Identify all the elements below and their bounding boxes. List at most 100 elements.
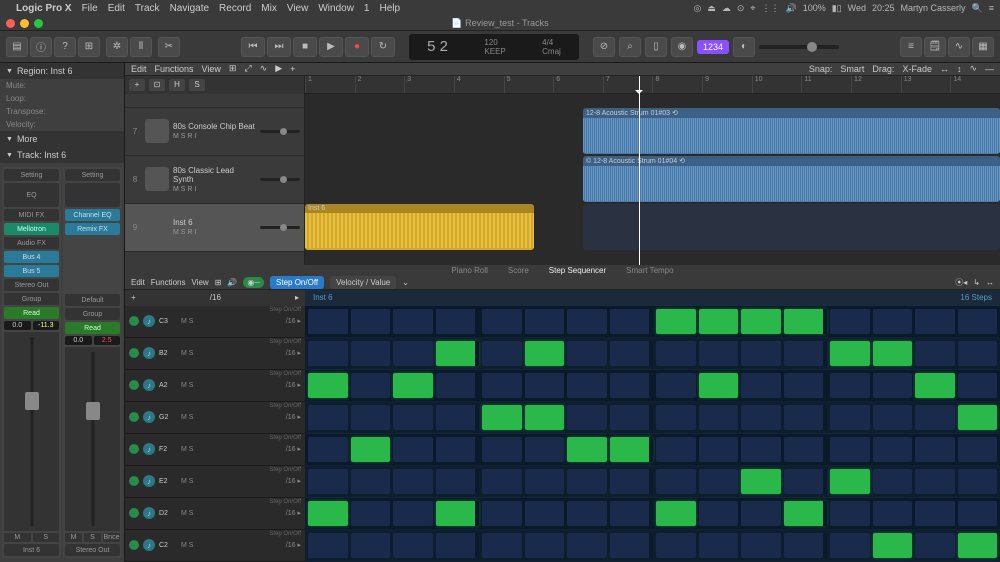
track-inspector-header[interactable]: Track: Inst 6 bbox=[0, 147, 124, 163]
step-cell[interactable] bbox=[958, 405, 998, 430]
step-cell[interactable] bbox=[915, 341, 955, 366]
step-cell[interactable] bbox=[393, 341, 433, 366]
row-division[interactable]: /16 ▸ bbox=[286, 413, 301, 421]
step-cell[interactable] bbox=[784, 469, 828, 494]
track-icon[interactable] bbox=[145, 167, 169, 191]
step-cell[interactable] bbox=[699, 373, 739, 398]
step-cell[interactable] bbox=[915, 437, 955, 462]
inspector-button[interactable]: ⓘ bbox=[30, 37, 52, 57]
send-2[interactable]: Bus 5 bbox=[4, 265, 59, 277]
row-note[interactable]: A2 bbox=[159, 382, 177, 389]
step-row-header[interactable]: ♪ A2 M S /16 ▸ Step On/Off bbox=[125, 370, 305, 402]
row-mute-solo[interactable]: M S bbox=[181, 478, 193, 485]
insp-loop[interactable]: Loop: bbox=[0, 92, 124, 105]
volume-fader[interactable] bbox=[4, 332, 59, 531]
step-cell[interactable] bbox=[741, 405, 781, 430]
step-cell[interactable] bbox=[741, 373, 781, 398]
status-icon[interactable]: ◎ bbox=[693, 3, 701, 14]
step-cell[interactable] bbox=[873, 501, 913, 526]
eq-thumb[interactable] bbox=[65, 183, 120, 207]
step-cell[interactable] bbox=[482, 373, 522, 398]
insp-mute[interactable]: Mute: bbox=[0, 79, 124, 92]
step-cell[interactable] bbox=[393, 373, 433, 398]
spotlight-icon[interactable]: 🔍 bbox=[972, 3, 983, 14]
chevron-icon[interactable]: ▸ bbox=[295, 293, 299, 302]
ruler-tick[interactable]: 8 bbox=[652, 76, 702, 93]
ruler-tick[interactable]: 11 bbox=[801, 76, 851, 93]
step-cell[interactable] bbox=[784, 437, 828, 462]
click-button[interactable]: ◉ bbox=[671, 37, 693, 57]
menu-view[interactable]: View bbox=[287, 3, 309, 14]
step-cell[interactable] bbox=[873, 533, 913, 558]
seq-functions-menu[interactable]: Functions bbox=[151, 278, 186, 287]
tracks-edit-menu[interactable]: Edit bbox=[131, 64, 147, 74]
mute-button[interactable]: M bbox=[65, 533, 82, 542]
step-cell[interactable] bbox=[393, 469, 433, 494]
step-cell[interactable] bbox=[784, 405, 828, 430]
seq-edit-menu[interactable]: Edit bbox=[131, 278, 145, 287]
step-cell[interactable] bbox=[308, 501, 348, 526]
step-cell[interactable] bbox=[393, 309, 433, 334]
seq-view-menu[interactable]: View bbox=[191, 278, 208, 287]
step-cell[interactable] bbox=[436, 437, 480, 462]
stop-button[interactable]: ■ bbox=[293, 37, 317, 57]
ruler-tick[interactable]: 13 bbox=[901, 76, 951, 93]
live-record-icon[interactable]: ⦿◂ bbox=[955, 277, 967, 288]
step-cell[interactable] bbox=[351, 437, 391, 462]
step-cell[interactable] bbox=[784, 309, 828, 334]
row-division[interactable]: /16 ▸ bbox=[286, 381, 301, 389]
steps-count[interactable]: 16 Steps bbox=[960, 293, 992, 302]
menu-file[interactable]: File bbox=[82, 3, 98, 14]
track-volume-slider[interactable] bbox=[260, 130, 300, 133]
notes-button[interactable]: 🗒 bbox=[924, 37, 946, 57]
step-cell[interactable] bbox=[784, 533, 828, 558]
row-note[interactable]: B2 bbox=[159, 350, 177, 357]
track-buttons[interactable]: M S R I bbox=[173, 229, 256, 236]
setting-button[interactable]: Setting bbox=[4, 169, 59, 181]
track-buttons[interactable]: M S R I bbox=[173, 186, 256, 193]
tracks-view-menu[interactable]: View bbox=[202, 64, 221, 74]
step-cell[interactable] bbox=[436, 341, 480, 366]
step-cell[interactable] bbox=[482, 501, 522, 526]
solo-button[interactable]: S bbox=[84, 533, 101, 542]
row-mute-solo[interactable]: M S bbox=[181, 318, 193, 325]
editors-button[interactable]: ✂ bbox=[158, 37, 180, 57]
step-cell[interactable] bbox=[915, 501, 955, 526]
wifi-icon[interactable]: ⋮⋮ bbox=[761, 3, 779, 14]
menu-icon[interactable]: ≡ bbox=[989, 3, 994, 13]
row-mute-solo[interactable]: M S bbox=[181, 382, 193, 389]
step-cell[interactable] bbox=[482, 341, 522, 366]
smart-controls-button[interactable]: ✲ bbox=[106, 37, 128, 57]
quickhelp-button[interactable]: ? bbox=[54, 37, 76, 57]
step-cell[interactable] bbox=[873, 469, 913, 494]
step-cell[interactable] bbox=[830, 309, 870, 334]
ruler-tick[interactable]: 2 bbox=[355, 76, 405, 93]
bar-ruler[interactable]: 1234567891011121314 bbox=[305, 76, 1000, 94]
tab-score[interactable]: Score bbox=[508, 266, 529, 275]
step-row-header[interactable]: ♪ E2 M S /16 ▸ Step On/Off bbox=[125, 466, 305, 498]
output-slot[interactable]: Stereo Out bbox=[4, 279, 59, 291]
waveform-zoom-icon[interactable]: ∿ bbox=[969, 63, 977, 74]
step-cell[interactable] bbox=[610, 373, 654, 398]
step-cell[interactable] bbox=[567, 533, 607, 558]
ruler-tick[interactable]: 3 bbox=[404, 76, 454, 93]
volume-fader[interactable] bbox=[65, 347, 120, 531]
step-cell[interactable] bbox=[656, 341, 696, 366]
browser-button[interactable]: ▦ bbox=[972, 37, 994, 57]
countoff-button[interactable]: ▯ bbox=[645, 37, 667, 57]
step-cell[interactable] bbox=[567, 341, 607, 366]
track-volume-slider[interactable] bbox=[260, 226, 300, 229]
menu-1[interactable]: 1 bbox=[364, 3, 370, 14]
step-cell[interactable] bbox=[308, 309, 348, 334]
step-cell[interactable] bbox=[958, 501, 998, 526]
step-cell[interactable] bbox=[741, 469, 781, 494]
user-name[interactable]: Martyn Casserly bbox=[901, 3, 966, 13]
global-tracks-button[interactable]: H bbox=[169, 79, 185, 91]
countin-button[interactable]: 1234 bbox=[697, 40, 729, 54]
step-cell[interactable] bbox=[436, 405, 480, 430]
step-cell[interactable] bbox=[958, 341, 998, 366]
step-cell[interactable] bbox=[525, 373, 565, 398]
automation-mode[interactable]: Read bbox=[65, 322, 120, 334]
step-cell[interactable] bbox=[525, 405, 565, 430]
step-cell[interactable] bbox=[656, 373, 696, 398]
